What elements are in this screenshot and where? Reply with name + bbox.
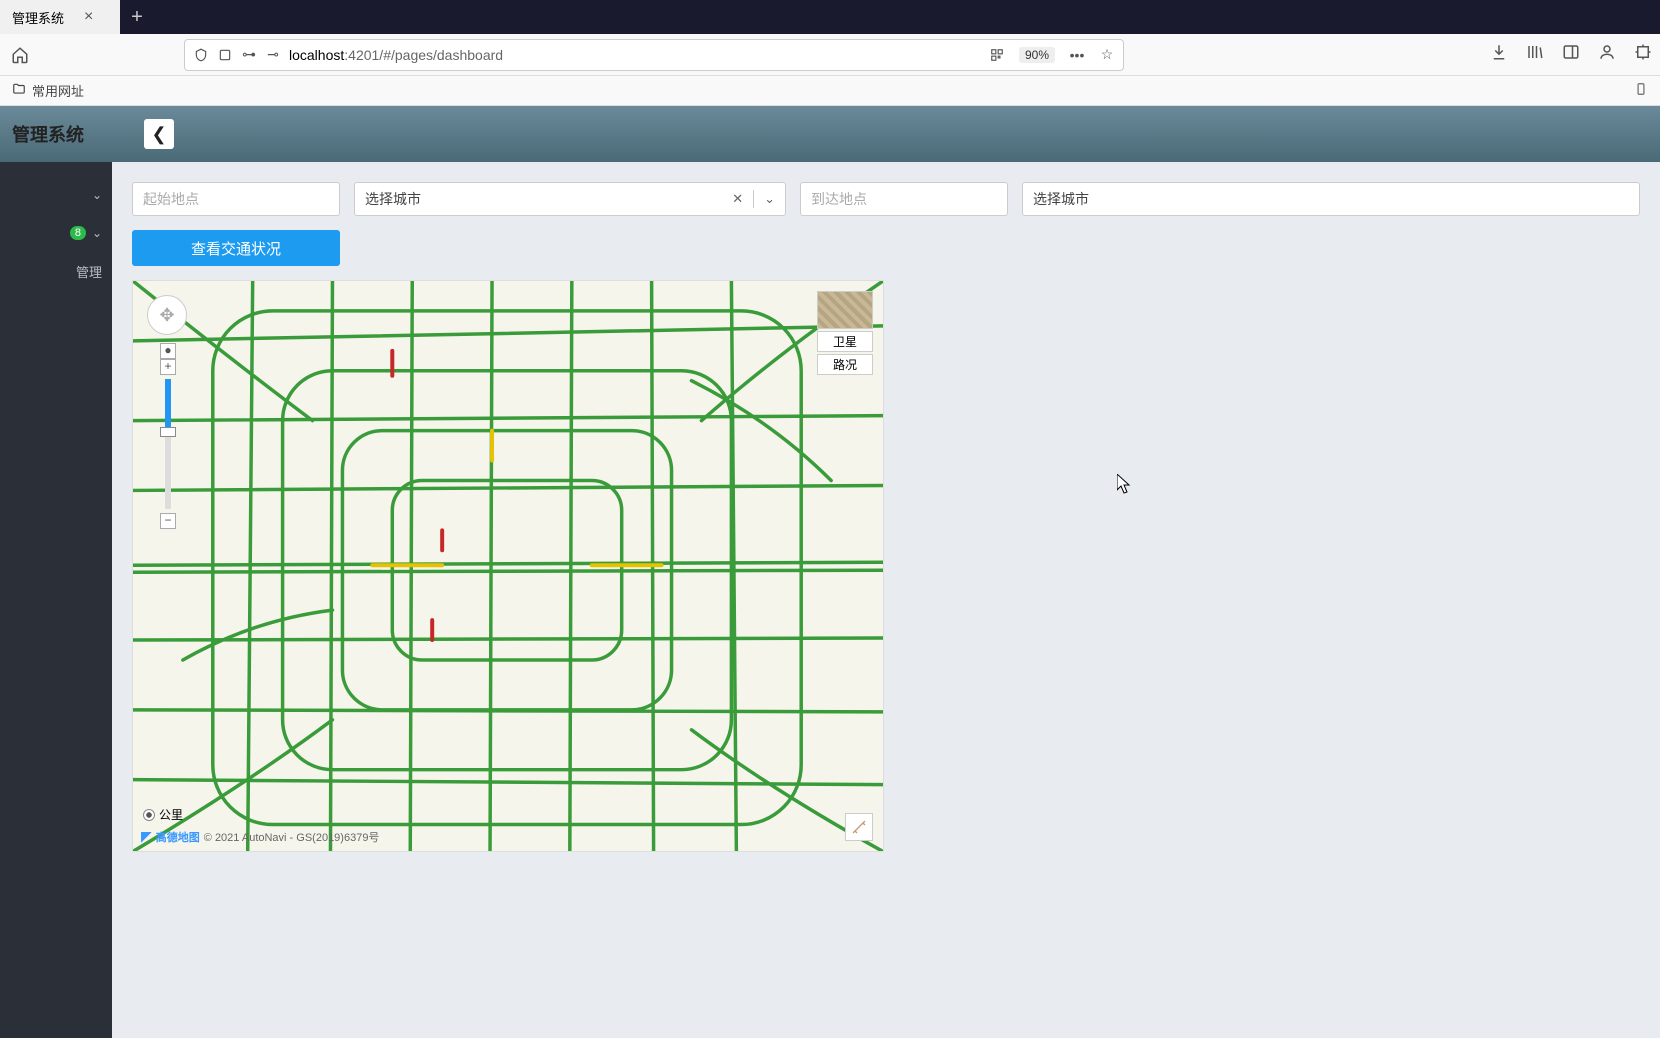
content: 选择城市 ✕ ⌄ 选择城市 查看交通状况	[112, 162, 1660, 1038]
bookmarks-folder[interactable]: 常用网址	[32, 81, 84, 100]
zoom-control: ● + −	[159, 343, 177, 529]
satellite-button[interactable]: 卫星	[817, 331, 873, 352]
chevron-down-icon: ⌄	[92, 188, 102, 202]
browser-titlebar: 管理系统 × +	[0, 0, 1660, 34]
sidebar-badge: 8	[70, 226, 86, 240]
zoom-slider[interactable]	[165, 379, 171, 509]
star-icon[interactable]: ☆	[1099, 47, 1115, 63]
sidebar-item-management[interactable]: 管理	[0, 252, 112, 290]
app-header: 管理系统 ❮	[0, 106, 1660, 162]
zoom-handle[interactable]	[160, 427, 176, 437]
start-city-select[interactable]: 选择城市 ✕ ⌄	[354, 182, 786, 216]
compass-control[interactable]: ✥	[147, 295, 187, 335]
zoom-reset-button[interactable]: ●	[160, 343, 176, 359]
collapse-button[interactable]: ❮	[144, 119, 174, 149]
zoom-out-button[interactable]: −	[160, 513, 176, 529]
select-label: 选择城市	[1033, 189, 1089, 209]
divider	[753, 190, 754, 208]
zoom-in-button[interactable]: +	[160, 359, 176, 375]
home-icon[interactable]	[8, 43, 32, 67]
radio-icon	[143, 809, 155, 821]
new-tab-button[interactable]: +	[120, 0, 154, 34]
sidebar-item-2[interactable]: 8 ⌄	[0, 214, 112, 252]
sidebar-item-1[interactable]: ⌄	[0, 176, 112, 214]
start-location-input[interactable]	[132, 182, 340, 216]
clear-icon[interactable]: ✕	[732, 191, 743, 207]
main-layout: ⌄ 8 ⌄ 管理 选择城市 ✕ ⌄ 选择城市	[0, 162, 1660, 1038]
mobile-icon[interactable]	[1634, 82, 1648, 99]
measure-button[interactable]	[845, 813, 873, 841]
url-bar[interactable]: ⊶ ⊸ localhost:4201/#/pages/dashboard 90%…	[184, 39, 1124, 71]
dest-location-input[interactable]	[800, 182, 1008, 216]
connection-icon[interactable]: ⊸	[265, 47, 281, 63]
url-text: localhost:4201/#/pages/dashboard	[289, 47, 981, 63]
traffic-button[interactable]: 路况	[817, 354, 873, 375]
map-attribution: ◤ 高德地图 © 2021 AutoNavi - GS(2019)6379号	[141, 828, 379, 845]
map-roads	[133, 281, 883, 851]
shield-icon[interactable]	[193, 47, 209, 63]
extension-icon[interactable]	[1634, 43, 1652, 66]
browser-toolbar: ⊶ ⊸ localhost:4201/#/pages/dashboard 90%…	[0, 34, 1660, 76]
sidebar-item-label: 管理	[76, 262, 102, 281]
chevron-down-icon[interactable]: ⌄	[764, 191, 775, 207]
chevron-left-icon: ❮	[151, 124, 166, 145]
copyright-text: © 2021 AutoNavi - GS(2019)6379号	[204, 829, 380, 845]
satellite-thumb[interactable]	[817, 291, 873, 329]
amap-brand: 高德地图	[156, 829, 200, 845]
map-unit-toggle[interactable]: 公里	[143, 806, 183, 823]
zoom-badge[interactable]: 90%	[1019, 47, 1055, 63]
map[interactable]: ✥ ● + − 卫星 路况 公里 ◤ 高德地图 © 20	[132, 280, 884, 852]
view-traffic-button[interactable]: 查看交通状况	[132, 230, 340, 266]
permissions-icon[interactable]: ⊶	[241, 47, 257, 63]
app-title: 管理系统	[12, 121, 84, 147]
unit-label: 公里	[159, 806, 183, 823]
chevron-down-icon: ⌄	[92, 226, 102, 240]
library-icon[interactable]	[1526, 43, 1544, 66]
download-icon[interactable]	[1490, 43, 1508, 66]
select-label: 选择城市	[365, 189, 421, 209]
qr-icon[interactable]	[989, 47, 1005, 63]
tab-title: 管理系统	[12, 8, 64, 27]
more-icon[interactable]: •••	[1069, 47, 1085, 63]
sidebar-icon[interactable]	[1562, 43, 1580, 66]
page-info-icon[interactable]	[217, 47, 233, 63]
account-icon[interactable]	[1598, 43, 1616, 66]
bookmarks-bar: 常用网址	[0, 76, 1660, 106]
form-row-2: 查看交通状况	[132, 230, 1640, 266]
close-icon[interactable]: ×	[84, 8, 93, 26]
map-layers: 卫星 路况	[817, 291, 873, 375]
amap-logo-icon: ◤	[141, 828, 152, 845]
dest-city-select[interactable]: 选择城市	[1022, 182, 1640, 216]
form-row-1: 选择城市 ✕ ⌄ 选择城市	[132, 182, 1640, 216]
sidebar: ⌄ 8 ⌄ 管理	[0, 162, 112, 1038]
browser-tab[interactable]: 管理系统 ×	[0, 0, 120, 34]
folder-icon	[12, 82, 26, 99]
